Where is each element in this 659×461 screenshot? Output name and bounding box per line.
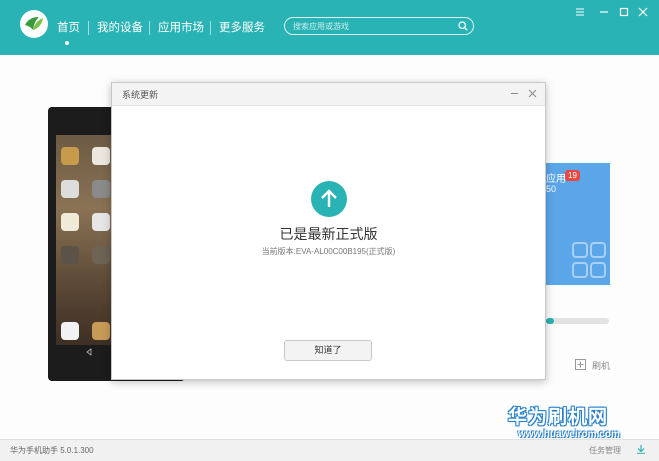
phone-app-icon (61, 180, 79, 198)
phone-app-icon (92, 180, 110, 198)
watermark-url: www.huaweirom.com (518, 429, 620, 440)
current-version: 当前版本:EVA-AL00C00B195(正式版) (261, 247, 396, 256)
status-bar: 华为手机助手 5.0.1.300 任务管理 (0, 439, 659, 461)
nav-home[interactable]: 首页 (57, 21, 80, 35)
task-manager-link[interactable]: 任务管理 (589, 445, 621, 456)
phone-app-icon (61, 147, 79, 165)
flash-label[interactable]: 刷机 (592, 359, 610, 372)
phone-app-icon (92, 213, 110, 231)
app-menu-icon[interactable] (574, 6, 586, 18)
close-icon[interactable] (637, 6, 649, 18)
ok-button[interactable]: 知道了 (284, 340, 372, 361)
dialog-minimize-icon[interactable] (509, 88, 520, 99)
download-icon[interactable] (636, 444, 646, 454)
nav-divider (149, 21, 150, 35)
back-icon (86, 348, 92, 356)
dialog-header: 系统更新 (112, 83, 545, 106)
nav-divider (88, 21, 89, 35)
card-title: 应用 (546, 174, 566, 185)
nav-my-device[interactable]: 我的设备 (97, 21, 143, 35)
dialog-title: 系统更新 (122, 90, 159, 100)
minimize-icon[interactable] (598, 6, 610, 18)
dialog-close-icon[interactable] (527, 88, 538, 99)
arrow-up-icon (321, 189, 337, 207)
nav-active-indicator (65, 41, 69, 45)
card-number: 50 (546, 184, 557, 194)
system-update-dialog: 系统更新 已是最新正式版 当前版本:EVA-AL00C00B195(正式版) 知… (111, 82, 546, 380)
update-status-icon (311, 181, 347, 217)
phone-app-icon (92, 322, 110, 340)
watermark-brand: 华为刷机网 (508, 407, 609, 428)
apps-grid-icon (572, 242, 606, 278)
phone-app-icon (92, 246, 110, 264)
flash-icon[interactable] (575, 359, 586, 370)
phone-app-icon (61, 213, 79, 231)
update-count-badge: 19 (565, 170, 580, 181)
app-version-label: 华为手机助手 5.0.1.300 (10, 446, 94, 455)
nav-app-market[interactable]: 应用市场 (158, 21, 204, 35)
nav-more-services[interactable]: 更多服务 (219, 21, 265, 35)
search-icon[interactable] (458, 21, 468, 31)
status-message: 已是最新正式版 (279, 226, 378, 242)
search-input[interactable] (293, 18, 453, 34)
app-logo-icon[interactable] (19, 9, 49, 39)
progress-fill (546, 318, 554, 324)
search-box[interactable] (284, 17, 474, 35)
phone-app-icon (61, 322, 79, 340)
phone-app-icon (92, 147, 110, 165)
nav-divider (210, 21, 211, 35)
progress-track (546, 318, 609, 324)
phone-screen (56, 135, 114, 345)
maximize-icon[interactable] (618, 6, 630, 18)
phone-app-icon (61, 246, 79, 264)
